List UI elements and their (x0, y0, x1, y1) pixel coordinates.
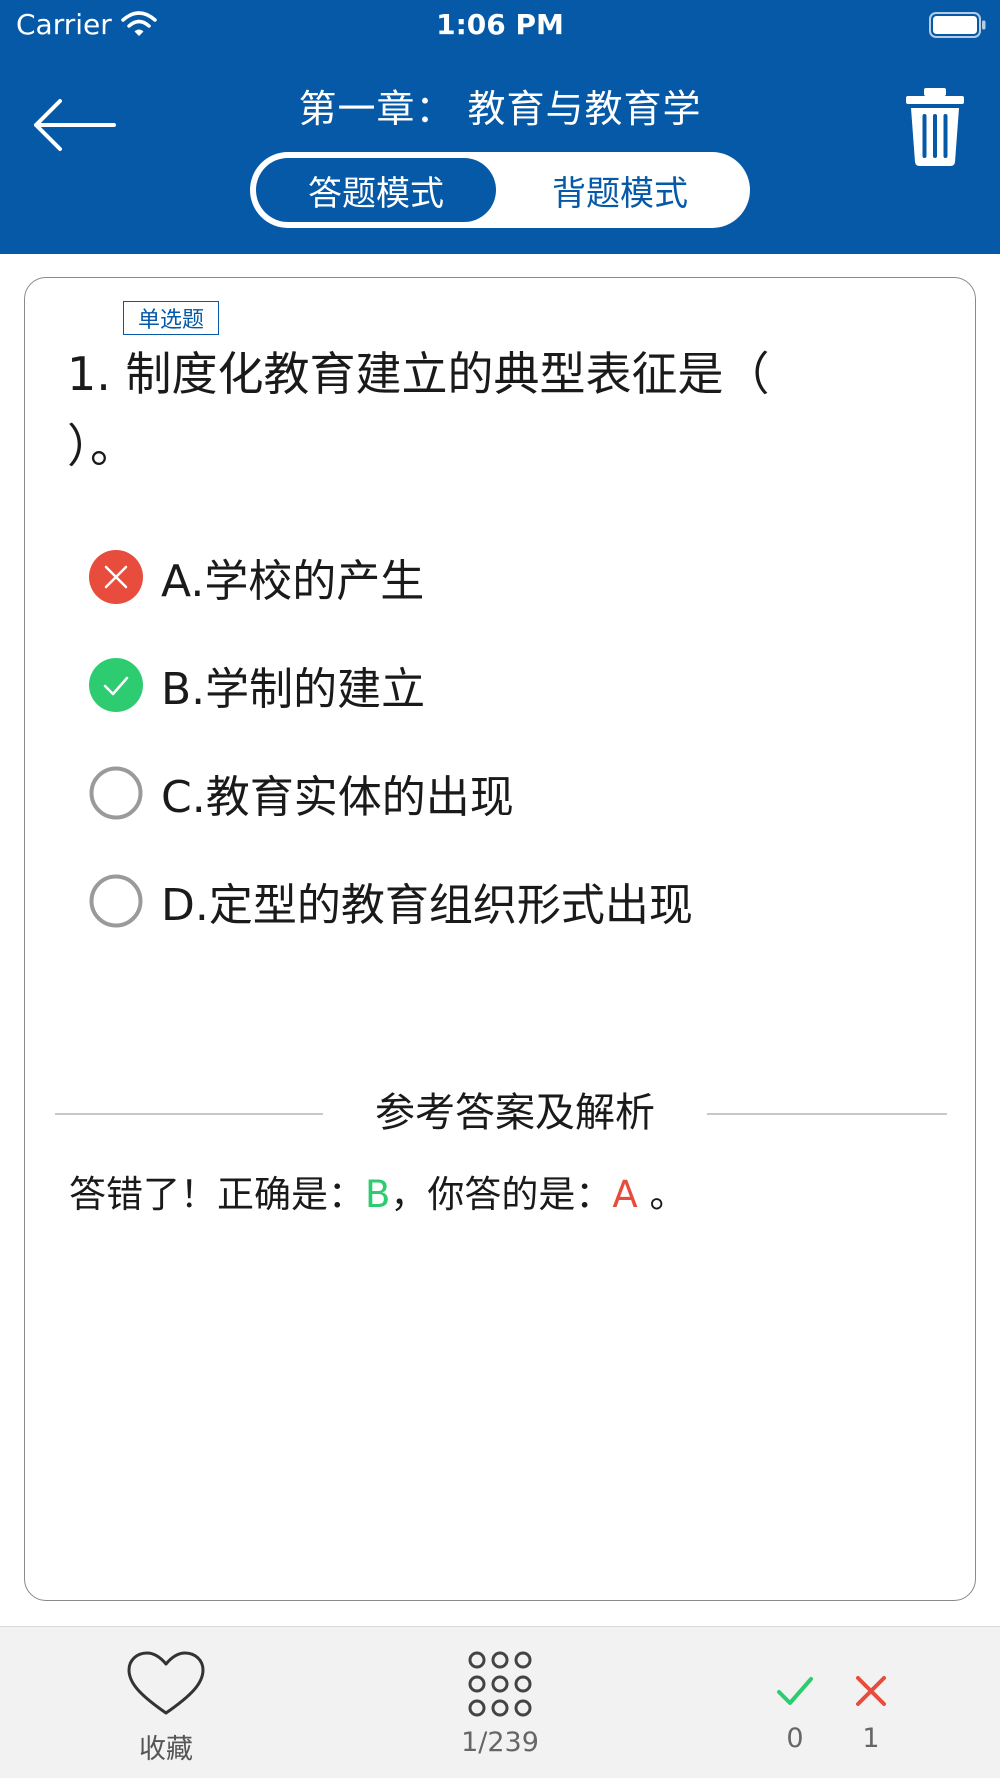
favorite-button[interactable]: 收藏 (115, 1651, 217, 1765)
tab-review-mode[interactable]: 背题模式 (500, 158, 740, 222)
option-label: B.学制的建立 (161, 664, 426, 715)
grid-icon (468, 1651, 532, 1717)
check-mark-icon (89, 658, 143, 712)
option-a[interactable]: A.学校的产生 (89, 542, 424, 612)
divider-line (55, 1113, 323, 1115)
page-title: 第一章： 教育与教育学 (298, 87, 702, 131)
result-text: 答错了！正确是：B，你答的是：A 。 (69, 1164, 686, 1218)
mode-toggle: 答题模式 背题模式 (250, 152, 750, 228)
wrong-count: 1 (862, 1723, 880, 1754)
quiz-screen: Carrier 1:06 PM 第一章： 教育与教育学 答题模式 背题模式 单选… (0, 0, 1000, 1778)
header: Carrier 1:06 PM 第一章： 教育与教育学 答题模式 背题模式 (0, 0, 1000, 254)
question-type-badge: 单选题 (123, 301, 219, 335)
correct-stat: 0 (765, 1673, 825, 1763)
your-answer: A (612, 1173, 638, 1216)
question-card: 单选题 1. 制度化教育建立的典型表征是（ ）。 A.学校的产生 B.学制的建立… (24, 277, 976, 1601)
result-prefix: 答错了！正确是： (69, 1173, 365, 1216)
analysis-title: 参考答案及解析 (375, 1090, 655, 1136)
option-label: C.教育实体的出现 (161, 772, 514, 823)
question-grid-button[interactable]: 1/239 (454, 1651, 546, 1761)
radio-empty-icon (89, 766, 143, 820)
result-middle: ，你答的是： (390, 1173, 613, 1216)
wrong-mark-icon (89, 550, 143, 604)
wrong-stat: 1 (841, 1673, 901, 1763)
divider-line (707, 1113, 947, 1115)
correct-answer: B (365, 1173, 391, 1216)
option-label: A.学校的产生 (161, 556, 425, 607)
favorite-label: 收藏 (139, 1734, 193, 1765)
result-suffix: 。 (637, 1173, 687, 1216)
status-bar: Carrier 1:06 PM (0, 0, 1000, 52)
analysis-divider: 参考答案及解析 (55, 1088, 947, 1138)
option-c[interactable]: C.教育实体的出现 (89, 758, 514, 828)
option-b[interactable]: B.学制的建立 (89, 650, 425, 720)
radio-empty-icon (89, 874, 143, 928)
check-icon (777, 1677, 813, 1705)
question-text: 1. 制度化教育建立的典型表征是（ ）。 (67, 347, 770, 473)
battery-icon (929, 12, 986, 38)
heart-icon (127, 1651, 205, 1715)
option-label: D.定型的教育组织形式出现 (161, 880, 693, 931)
trash-icon[interactable] (904, 86, 966, 168)
correct-count: 0 (786, 1723, 804, 1754)
page-counter: 1/239 (461, 1727, 539, 1758)
clock: 1:06 PM (436, 8, 564, 41)
option-d[interactable]: D.定型的教育组织形式出现 (89, 866, 693, 936)
cross-icon (856, 1676, 886, 1706)
bottom-bar: 收藏 1/239 0 1 (0, 1626, 1000, 1778)
tab-answer-mode[interactable]: 答题模式 (256, 158, 496, 222)
